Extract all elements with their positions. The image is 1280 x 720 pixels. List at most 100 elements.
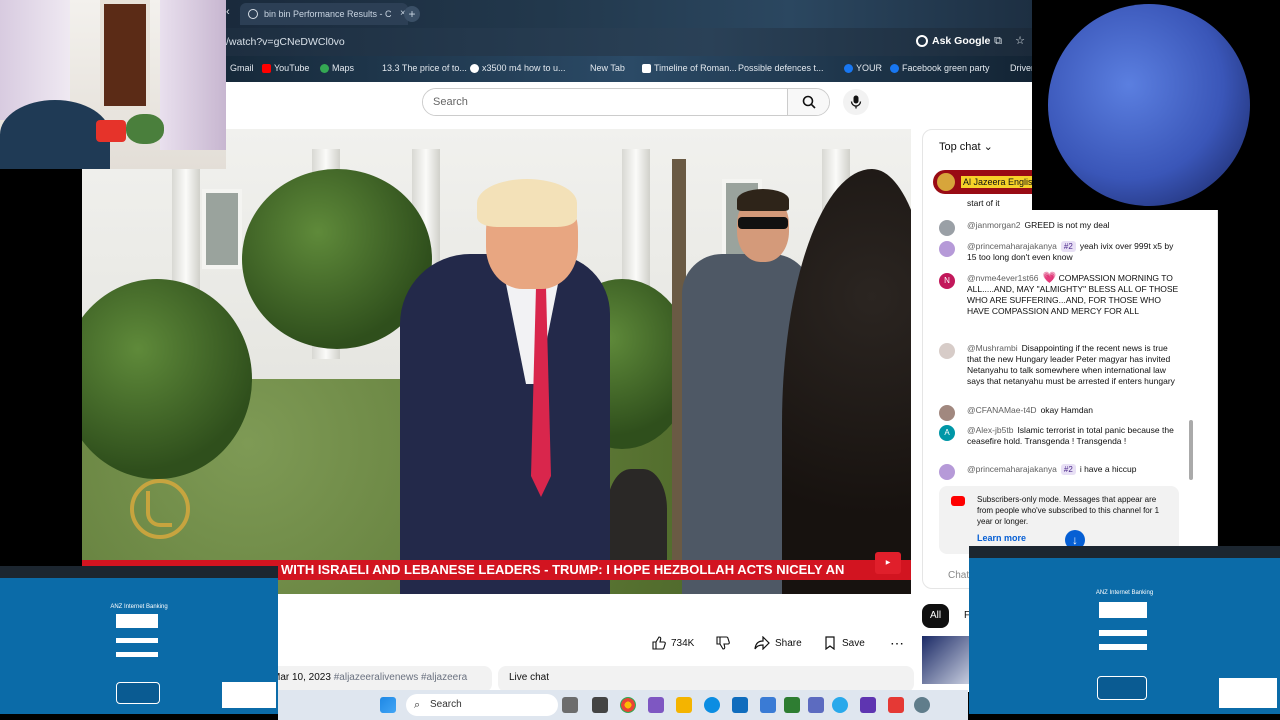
chat-scrollbar[interactable] <box>1189 420 1193 480</box>
bookmark-x3500[interactable]: x3500 m4 how to u... <box>470 63 566 73</box>
chat-author[interactable]: @princemaharajakanya <box>967 241 1057 251</box>
subscribe-watermark-icon[interactable]: ▶ <box>875 552 901 574</box>
widgets-icon[interactable] <box>562 697 578 713</box>
address-bar: /watch?v=gCNeDWCl0vo Ask Google ⧉ ☆ <box>226 28 1032 56</box>
search-button[interactable] <box>787 89 829 115</box>
search-icon: ⌕ <box>414 699 421 711</box>
bookmark-your[interactable]: YOUR <box>844 63 882 73</box>
windows-start-icon[interactable] <box>380 697 396 713</box>
share-button[interactable]: Share <box>754 632 802 654</box>
anz-banking-overlay-right: ANZ Internet Banking <box>969 546 1280 714</box>
chevron-down-icon: ⌄ <box>983 141 993 153</box>
chat-author[interactable]: @princemaharajakanya <box>967 464 1057 474</box>
bookmark-price[interactable]: 13.3 The price of to... <box>382 63 467 73</box>
al-jazeera-avatar <box>937 173 955 191</box>
more-actions-icon[interactable]: ⋯ <box>890 632 905 654</box>
video-actions-area: 734K Share Save ⋯ Mar 10, 2023 #aljazeer… <box>226 594 914 692</box>
store-icon[interactable] <box>760 697 776 713</box>
voice-search-button[interactable] <box>843 89 869 115</box>
chat-author[interactable]: @nvme4ever1st66 <box>967 273 1038 283</box>
like-count: 734K <box>671 637 695 649</box>
file-explorer-icon[interactable] <box>676 697 692 713</box>
task-view-icon[interactable] <box>592 697 608 713</box>
outlook-icon[interactable] <box>732 697 748 713</box>
top-chat-dropdown[interactable]: Top chat ⌄ <box>939 140 993 153</box>
heart-emoji-icon: 💗 <box>1042 272 1057 284</box>
description-hashtags[interactable]: #aljazeeralivenews #aljazeera <box>334 672 467 683</box>
edge-icon[interactable] <box>704 697 720 713</box>
live-chat-replay-bar[interactable]: Live chat <box>498 666 914 692</box>
chat-author[interactable]: @janmorgan2 <box>967 220 1021 230</box>
facebook-icon <box>844 63 853 73</box>
chat-message: @princemaharajakanya #2 yeah ivix over 999… <box>939 241 1179 263</box>
new-tab-button[interactable]: + <box>404 6 420 22</box>
windows-taskbar: ⌕ Search <box>278 690 968 720</box>
webcam-chair <box>0 100 110 169</box>
video-dog <box>607 469 667 569</box>
install-app-icon[interactable]: ⧉ <box>992 35 1004 47</box>
avatar <box>939 343 955 359</box>
youtube-icon <box>262 63 271 73</box>
taskbar-search-label: Search <box>430 699 462 710</box>
settings-gear-icon[interactable] <box>914 697 930 713</box>
chrome-icon[interactable] <box>620 697 636 713</box>
app-icon[interactable] <box>860 697 876 713</box>
bookmark-youtube[interactable]: YouTube <box>262 63 309 73</box>
search-input[interactable] <box>423 89 789 115</box>
wikipedia-icon <box>642 63 651 73</box>
chat-author[interactable]: @Alex-jb5tb <box>967 425 1013 435</box>
recommended-video-thumbnail[interactable] <box>922 636 970 684</box>
avatar: N <box>939 273 955 289</box>
anz-title: ANZ Internet Banking <box>110 604 168 610</box>
search-box <box>422 88 830 116</box>
chat-message: @CFANAMae-t4D okay Hamdan <box>939 405 1179 421</box>
bookmark-maps[interactable]: Maps <box>320 63 354 73</box>
chat-text: GREED is not my deal <box>1024 220 1110 230</box>
bookmark-timeline[interactable]: Timeline of Roman... <box>642 63 737 73</box>
bookmark-facebook-green-party[interactable]: Facebook green party <box>890 63 990 73</box>
chat-author[interactable]: @Mushrambi <box>967 343 1018 353</box>
learn-more-link[interactable]: Learn more <box>977 533 1026 543</box>
desktop-screen: ‹ bin bin Performance Results - C × + /w… <box>0 0 1280 720</box>
webcam-door <box>100 0 150 110</box>
avatar: A <box>939 425 955 441</box>
app-icon[interactable] <box>888 697 904 713</box>
anz-shield-icon <box>1097 676 1147 700</box>
chat-text: okay Hamdan <box>1040 405 1094 415</box>
live-chat-label: Live chat <box>509 672 550 683</box>
google-icon <box>470 63 479 73</box>
bookmark-new-tab[interactable]: New Tab <box>590 63 625 73</box>
chip-all[interactable]: All <box>922 604 950 628</box>
app-icon[interactable] <box>648 697 664 713</box>
bookmarks-bar: Gmail YouTube Maps 13.3 The price of to.… <box>226 56 1034 82</box>
url-text[interactable]: /watch?v=gCNeDWCl0vo <box>226 36 345 48</box>
share-label: Share <box>775 637 802 649</box>
search-icon <box>802 95 816 109</box>
avatar <box>939 241 955 257</box>
microphone-icon <box>850 95 862 109</box>
browser-tab-bar: ‹ bin bin Performance Results - C × + <box>226 0 1032 28</box>
video-player[interactable]: WITH ISRAELI AND LEBANESE LEADERS - TRUM… <box>82 129 911 594</box>
like-button[interactable]: 734K <box>652 632 694 654</box>
chat-author[interactable]: @CFANAMae-t4D <box>967 405 1037 415</box>
save-button[interactable]: Save <box>823 632 865 654</box>
avatar <box>939 405 955 421</box>
bookmark-driver[interactable]: Driver <box>1010 63 1034 73</box>
chat-message: @Mushrambi Disappointing if the recent ne… <box>939 343 1179 387</box>
avatar <box>939 464 955 480</box>
dislike-button[interactable] <box>716 632 730 654</box>
telegram-icon[interactable] <box>832 697 848 713</box>
app-icon[interactable] <box>784 697 800 713</box>
app-icon[interactable] <box>808 697 824 713</box>
maps-pin-icon <box>320 63 329 73</box>
tab-favicon-icon <box>248 9 258 19</box>
tab-scroll-icon[interactable]: ‹ <box>226 6 238 22</box>
bookmark-gmail[interactable]: Gmail <box>230 63 254 73</box>
browser-tab[interactable]: bin bin Performance Results - C × <box>240 3 408 25</box>
description-box[interactable]: Mar 10, 2023 #aljazeeralivenews #aljazee… <box>266 666 492 692</box>
bookmark-star-icon[interactable]: ☆ <box>1014 35 1026 47</box>
bookmark-defences[interactable]: Possible defences t... <box>738 63 824 73</box>
chat-message: A @Alex-jb5tb Islamic terrorist in total … <box>939 425 1179 447</box>
ask-google-button[interactable]: Ask Google <box>916 35 990 47</box>
taskbar-search[interactable]: ⌕ Search <box>406 694 558 716</box>
